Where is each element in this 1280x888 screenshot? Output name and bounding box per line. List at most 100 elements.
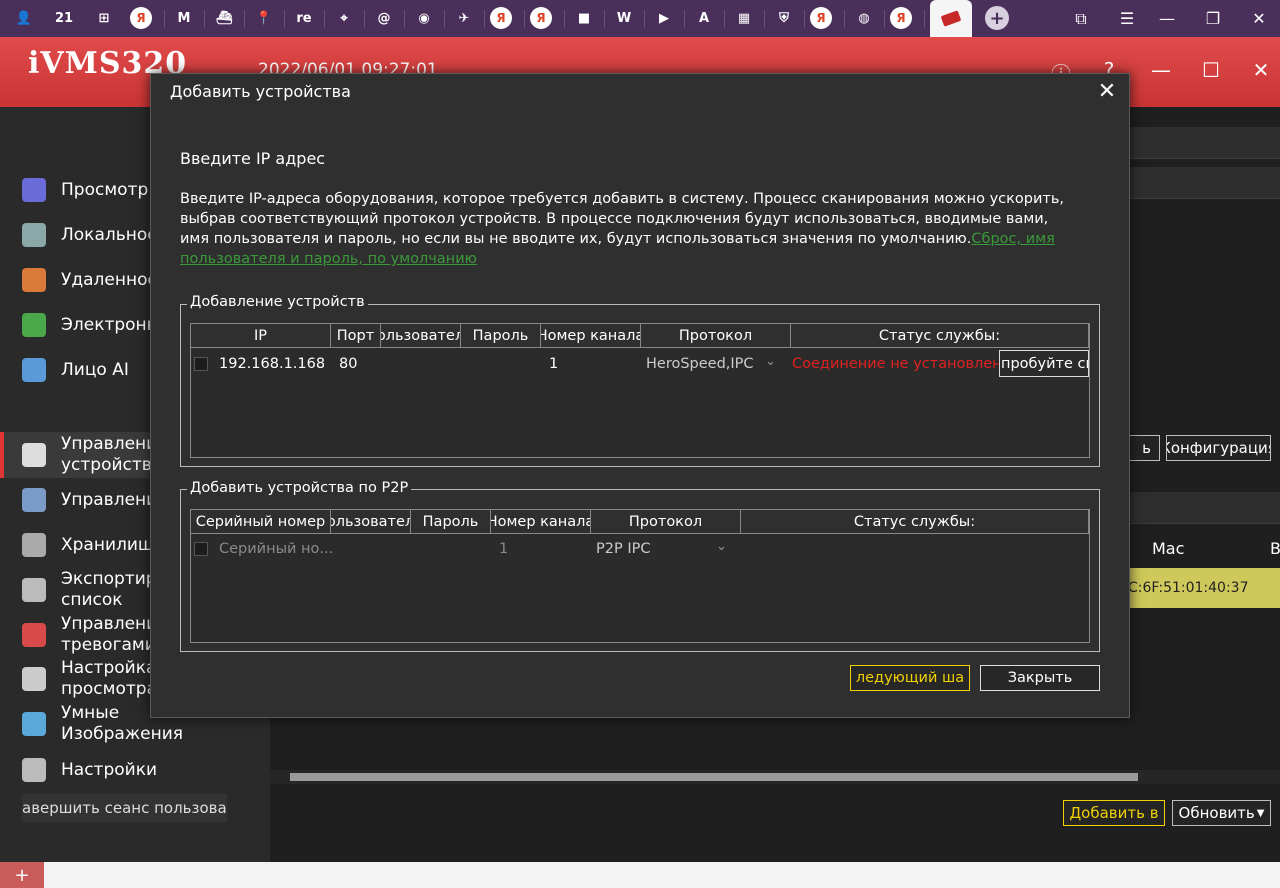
yandex-icon[interactable]: Я bbox=[130, 7, 152, 29]
column-header[interactable]: Протокол bbox=[641, 324, 791, 348]
column-header[interactable]: ользовател bbox=[381, 324, 461, 348]
globe-icon[interactable]: ◍ bbox=[850, 5, 878, 31]
face-icon bbox=[22, 358, 46, 382]
close-window-button[interactable]: ✕ bbox=[1236, 0, 1280, 37]
refresh-button[interactable]: Обновить ▼ bbox=[1172, 800, 1271, 826]
column-header[interactable]: Пароль bbox=[411, 510, 491, 534]
app-maximize-button[interactable]: ☐ bbox=[1196, 58, 1226, 82]
windows-icon[interactable]: ▦ bbox=[730, 5, 758, 31]
tab-separator bbox=[404, 10, 405, 28]
tab-separator bbox=[364, 10, 365, 28]
tab-separator bbox=[564, 10, 565, 28]
dialog-close-icon[interactable]: ✕ bbox=[1096, 80, 1118, 104]
p2p-group-legend: Добавить устройства по P2P bbox=[187, 480, 412, 496]
youtube-icon[interactable]: ▶ bbox=[650, 5, 678, 31]
browser-tab-strip: 👤 21 ⊞ Я М ⛴ 📍 re ⌖ @ ◉ ✈ Я Я ■ W ▶ A ▦ ⛨ Я ◍ Я + ⧉ ☰ — ❐ ✕ bbox=[0, 0, 1280, 37]
new-tab-button[interactable]: + bbox=[985, 6, 1009, 30]
channel-cell[interactable]: 1 bbox=[549, 356, 558, 372]
yandex-icon[interactable]: Я bbox=[890, 7, 912, 29]
ip-cell[interactable]: 192.168.1.168 bbox=[219, 356, 325, 372]
user-icon bbox=[22, 488, 46, 512]
chevron-down-icon[interactable]: ⌄ bbox=[716, 539, 727, 554]
cube-icon[interactable]: ■ bbox=[570, 5, 598, 31]
eye-icon[interactable]: ◉ bbox=[410, 5, 438, 31]
port-cell[interactable]: 80 bbox=[339, 356, 357, 372]
camera-tab-icon[interactable] bbox=[930, 0, 972, 37]
tab-separator bbox=[684, 10, 685, 28]
yandex-icon[interactable]: Я bbox=[490, 7, 512, 29]
chevron-down-icon[interactable]: ⌄ bbox=[765, 354, 776, 369]
column-header[interactable]: Статус службы: bbox=[791, 324, 1089, 348]
sidebar-item-label: Просмотр bbox=[61, 179, 149, 200]
yandex-icon[interactable]: Я bbox=[810, 7, 832, 29]
calendar-icon[interactable]: 21 bbox=[50, 5, 78, 31]
restore-window-button[interactable]: ❐ bbox=[1190, 0, 1236, 37]
tab-separator bbox=[484, 10, 485, 28]
tab-separator bbox=[644, 10, 645, 28]
bookmark-m-icon[interactable]: М bbox=[170, 5, 198, 31]
configuration-button[interactable]: Конфигурация bbox=[1166, 435, 1271, 461]
refresh-label: Обновить bbox=[1178, 804, 1255, 822]
mail-icon[interactable]: @ bbox=[370, 5, 398, 31]
new-folder-icon[interactable]: ⊞ bbox=[90, 5, 118, 31]
retry-button[interactable]: пробуйте сно bbox=[999, 350, 1089, 377]
scrollbar-thumb[interactable] bbox=[290, 773, 1138, 781]
bird-icon[interactable]: ✈ bbox=[450, 5, 478, 31]
sidebar-item-label: Хранилище bbox=[61, 534, 165, 555]
app-close-button[interactable]: ✕ bbox=[1246, 58, 1276, 82]
ip-group-legend: Добавление устройств bbox=[187, 294, 368, 310]
film-icon bbox=[22, 223, 46, 247]
tab-separator bbox=[284, 10, 285, 28]
p2p-table: Серийный номер ользовател Пароль Номер кана… bbox=[190, 509, 1090, 643]
reel-icon bbox=[22, 578, 46, 602]
logout-button[interactable]: авершить сеанс пользовател bbox=[22, 794, 227, 822]
column-header[interactable]: Порт bbox=[331, 324, 381, 348]
column-header[interactable]: Протокол bbox=[591, 510, 741, 534]
column-header[interactable]: Номер канала bbox=[491, 510, 591, 534]
column-header-mac: Mac bbox=[1152, 539, 1185, 558]
column-header[interactable]: Номер канала bbox=[541, 324, 641, 348]
connection-status: Соединение не установлен bbox=[792, 356, 1002, 372]
p2p-row-checkbox[interactable] bbox=[194, 542, 208, 556]
shield-icon[interactable]: ⛨ bbox=[770, 5, 798, 31]
column-header[interactable]: Серийный номер bbox=[191, 510, 331, 534]
sidebar-item-13[interactable]: Настройки bbox=[0, 754, 270, 786]
column-header[interactable]: IP bbox=[191, 324, 331, 348]
bottom-bar bbox=[0, 862, 1280, 888]
dialog-title: Добавить устройства bbox=[170, 82, 351, 101]
re-icon[interactable]: re bbox=[290, 5, 318, 31]
next-step-button[interactable]: ледующий ша bbox=[850, 665, 970, 691]
location-icon[interactable]: ⌖ bbox=[330, 5, 358, 31]
column-header[interactable]: Статус службы: bbox=[741, 510, 1089, 534]
add-icon[interactable]: + bbox=[0, 862, 44, 888]
app-minimize-button[interactable]: — bbox=[1146, 58, 1176, 82]
collections-icon[interactable]: ⧉ bbox=[1058, 0, 1104, 37]
close-button[interactable]: Закрыть bbox=[980, 665, 1100, 691]
tab-separator bbox=[204, 10, 205, 28]
tab-separator bbox=[804, 10, 805, 28]
minimize-window-button[interactable]: — bbox=[1144, 0, 1190, 37]
a-icon[interactable]: A bbox=[690, 5, 718, 31]
description-text: Введите IP-адреса оборудования, которое … bbox=[180, 191, 1064, 247]
p2p-channel-cell[interactable]: 1 bbox=[499, 541, 508, 557]
dialog-description: Введите IP-адреса оборудования, которое … bbox=[180, 189, 1080, 269]
row-checkbox[interactable] bbox=[194, 357, 208, 371]
wordpress-icon[interactable]: W bbox=[610, 5, 638, 31]
add-device-button[interactable]: Добавить в bbox=[1063, 800, 1165, 826]
gear-icon bbox=[22, 758, 46, 782]
device-user-icon bbox=[22, 443, 46, 467]
device-row-selected[interactable]: C:6F:51:01:40:37 3 bbox=[1120, 568, 1280, 608]
storage-icon bbox=[22, 533, 46, 557]
column-header[interactable]: Пароль bbox=[461, 324, 541, 348]
map-pin-icon[interactable]: 📍 bbox=[250, 5, 278, 31]
column-header[interactable]: ользовател bbox=[331, 510, 411, 534]
sidebar-item-label: Удаленное bbox=[61, 269, 158, 290]
serial-input[interactable]: Серийный но... bbox=[219, 541, 333, 557]
profile-icon[interactable]: 👤 bbox=[10, 5, 38, 31]
p2p-protocol-select[interactable]: P2P IPC bbox=[596, 541, 650, 557]
tab-separator bbox=[724, 10, 725, 28]
tab-separator bbox=[524, 10, 525, 28]
yandex-icon[interactable]: Я bbox=[530, 7, 552, 29]
ship-icon[interactable]: ⛴ bbox=[210, 5, 238, 31]
protocol-select[interactable]: HeroSpeed,IPC bbox=[646, 356, 754, 372]
